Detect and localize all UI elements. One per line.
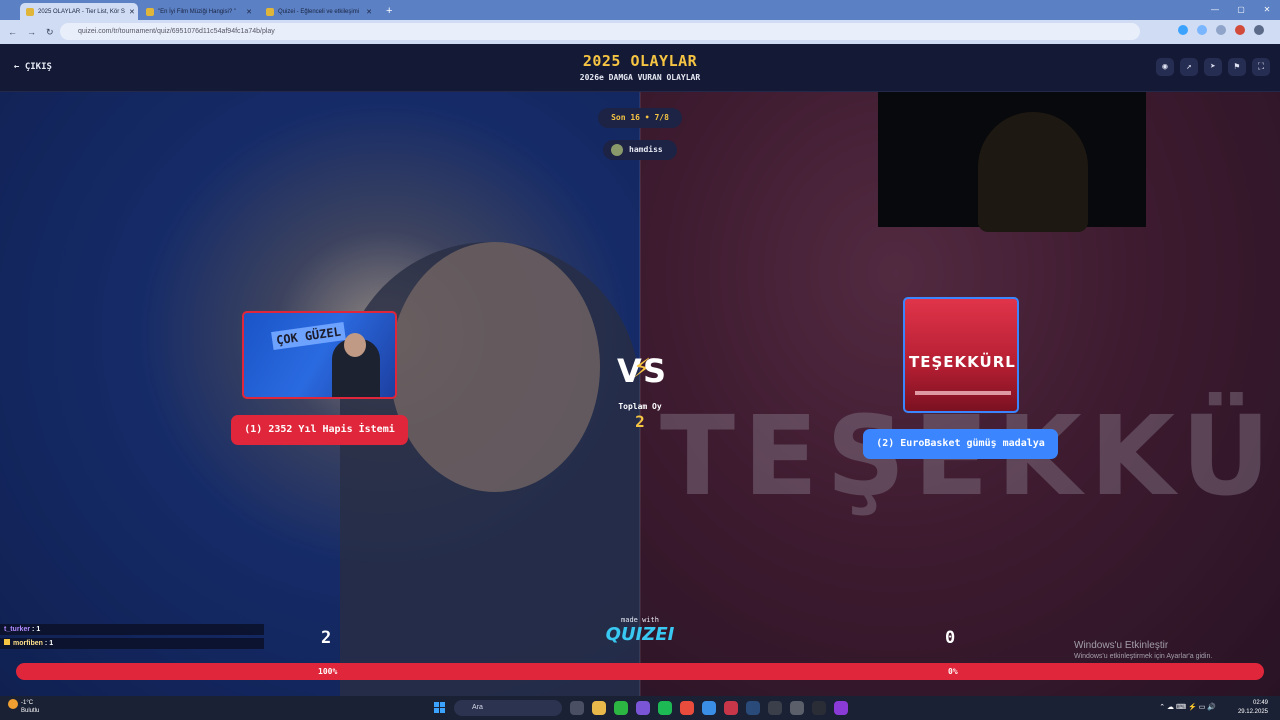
chat-username: morfiben xyxy=(13,640,43,647)
clock-date: 29.12.2025 xyxy=(1237,709,1268,715)
vs-letter-s: S xyxy=(643,352,667,390)
whatsapp-icon[interactable] xyxy=(614,701,628,715)
task-view-icon[interactable] xyxy=(570,701,584,715)
left-option-button[interactable]: (1) 2352 Yıl Hapis İstemi xyxy=(231,415,408,445)
image-headline: TEŞEKKÜRLER xyxy=(909,353,1017,371)
chat-value: 1 xyxy=(36,626,41,633)
match-stage: TEŞEKKÜRLER Son 16 • 7/8 hamdiss ÇOK GÜZ… xyxy=(0,92,1280,696)
address-bar[interactable]: quizei.com/tr/tournament/quiz/6951076d11… xyxy=(60,23,1140,40)
browser-icon[interactable] xyxy=(702,701,716,715)
close-window-button[interactable]: ✕ xyxy=(1254,0,1280,20)
browser-tab[interactable]: "En İyi Film Müziği Hangisi? " ✕ xyxy=(140,3,258,20)
avatar xyxy=(611,144,623,156)
window-controls: — ▢ ✕ xyxy=(1202,0,1280,20)
tab-favicon-icon xyxy=(146,7,154,16)
app-icon[interactable] xyxy=(636,701,650,715)
send-icon[interactable]: ➤ xyxy=(1204,58,1222,76)
tab-title: "En İyi Film Müziği Hangisi? " xyxy=(158,8,236,15)
app-icon[interactable] xyxy=(768,701,782,715)
steam-icon[interactable] xyxy=(746,701,760,715)
minimize-button[interactable]: — xyxy=(1202,0,1228,20)
new-tab-button[interactable]: + xyxy=(386,3,392,20)
clock-time: 02:49 xyxy=(1252,700,1268,706)
user-badge: hamdiss xyxy=(603,140,677,160)
tab-favicon-icon xyxy=(26,7,34,16)
left-option-image[interactable]: ÇOK GÜZEL xyxy=(242,311,397,399)
chat-username: t_turker xyxy=(4,626,31,633)
puzzle-icon[interactable] xyxy=(1216,25,1226,35)
page-title: 2025 OLAYLAR xyxy=(582,52,698,70)
page-subtitle: 2026e DAMGA VURAN OLAYLAR xyxy=(579,73,701,82)
browser-tab[interactable]: Quizei - Eğlenceli ve etkileşimi ✕ xyxy=(260,3,378,20)
external-link-icon[interactable]: ↗ xyxy=(1180,58,1198,76)
quizei-logo[interactable]: QUIZEI xyxy=(600,624,680,645)
poster-text: ÇOK GÜZEL xyxy=(271,322,346,350)
spotify-icon[interactable] xyxy=(658,701,672,715)
right-option-image[interactable]: TEŞEKKÜRLER xyxy=(903,297,1019,413)
menu-icon[interactable] xyxy=(1254,25,1264,35)
epic-games-icon[interactable] xyxy=(812,701,826,715)
profile-avatar[interactable] xyxy=(1235,25,1245,35)
taskbar-apps xyxy=(570,701,848,715)
taskbar: -1°C Bulutlu Ara ⌃ ☁ ⌨ ⚡ ▭ 🔊 02:49 29.12… xyxy=(0,696,1280,720)
right-vote-count: 0 xyxy=(945,628,956,648)
tab-favicon-icon xyxy=(266,7,274,16)
round-indicator: Son 16 • 7/8 xyxy=(598,108,682,128)
watermark-subtitle: Windows'u etkinleştirmek için Ayarlar'a … xyxy=(1074,653,1213,660)
weather-widget[interactable]: -1°C Bulutlu xyxy=(8,699,39,715)
tab-title: 2025 OLAYLAR - Tier List, Kör S xyxy=(38,8,125,15)
center-divider xyxy=(639,92,641,696)
speaker-head xyxy=(344,333,366,357)
tab-close-icon[interactable]: ✕ xyxy=(246,8,252,16)
back-icon[interactable]: ← xyxy=(8,27,17,37)
right-percent: 0% xyxy=(948,667,958,676)
maximize-button[interactable]: ▢ xyxy=(1228,0,1254,20)
left-vote-count: 2 xyxy=(321,628,332,648)
tab-title: Quizei - Eğlenceli ve etkileşimi xyxy=(278,8,360,15)
vs-icon: V ⚡ S xyxy=(617,350,667,390)
chat-message: morfiben : 1 xyxy=(0,638,264,649)
flag-icon[interactable]: ⚑ xyxy=(1228,58,1246,76)
taskbar-search[interactable]: Ara xyxy=(454,700,562,716)
extension-icon[interactable] xyxy=(1197,25,1207,35)
temperature: -1°C xyxy=(21,700,34,706)
taskbar-clock[interactable]: 02:49 29.12.2025 xyxy=(1238,699,1268,717)
image-caption-line xyxy=(915,391,1011,395)
system-tray[interactable]: ⌃ ☁ ⌨ ⚡ ▭ 🔊 xyxy=(1159,703,1216,711)
app-header: ← ÇIKIŞ 2025 OLAYLAR 2026e DAMGA VURAN O… xyxy=(0,44,1280,92)
tab-close-icon[interactable]: ✕ xyxy=(366,8,372,16)
eye-icon[interactable]: ◉ xyxy=(1156,58,1174,76)
fullscreen-icon[interactable]: ⛶ xyxy=(1252,58,1270,76)
app-icon[interactable] xyxy=(834,701,848,715)
file-explorer-icon[interactable] xyxy=(592,701,606,715)
total-votes-value: 2 xyxy=(635,412,645,431)
windows-activation-watermark: Windows'u Etkinleştir Windows'u etkinleş… xyxy=(1074,640,1212,660)
right-option-button[interactable]: (2) EuroBasket gümüş madalya xyxy=(863,429,1058,459)
extension-icon[interactable] xyxy=(1178,25,1188,35)
browser-tab-strip: 2025 OLAYLAR - Tier List, Kör S ✕ "En İyi… xyxy=(0,0,1280,20)
watermark-title: Windows'u Etkinleştir xyxy=(1074,640,1169,651)
app-icon[interactable] xyxy=(724,701,738,715)
windows-start-icon[interactable] xyxy=(434,702,446,714)
tab-close-icon[interactable]: ✕ xyxy=(129,8,135,16)
weather-icon xyxy=(8,699,18,709)
chat-value: 1 xyxy=(49,640,54,647)
extension-icons xyxy=(1178,25,1264,35)
weather-condition: Bulutlu xyxy=(21,708,40,714)
chrome-icon[interactable] xyxy=(680,701,694,715)
username: hamdiss xyxy=(629,145,663,154)
made-with-label: made with xyxy=(621,616,659,624)
left-percent: 100% xyxy=(318,667,338,676)
chat-message: t_turker : 1 xyxy=(0,624,264,635)
webcam-person xyxy=(978,112,1088,232)
chat-badge-icon xyxy=(4,639,10,645)
webcam-overlay xyxy=(878,92,1146,232)
browser-tab[interactable]: 2025 OLAYLAR - Tier List, Kör S ✕ xyxy=(20,3,138,20)
reload-icon[interactable]: ↻ xyxy=(46,27,54,38)
header-actions: ◉ ↗ ➤ ⚑ ⛶ xyxy=(1156,58,1270,76)
vote-progress-bar: 100% 0% xyxy=(16,663,1264,680)
forward-icon[interactable]: → xyxy=(27,27,36,37)
app-icon[interactable] xyxy=(790,701,804,715)
total-votes-label: Toplam Oy xyxy=(618,402,662,411)
